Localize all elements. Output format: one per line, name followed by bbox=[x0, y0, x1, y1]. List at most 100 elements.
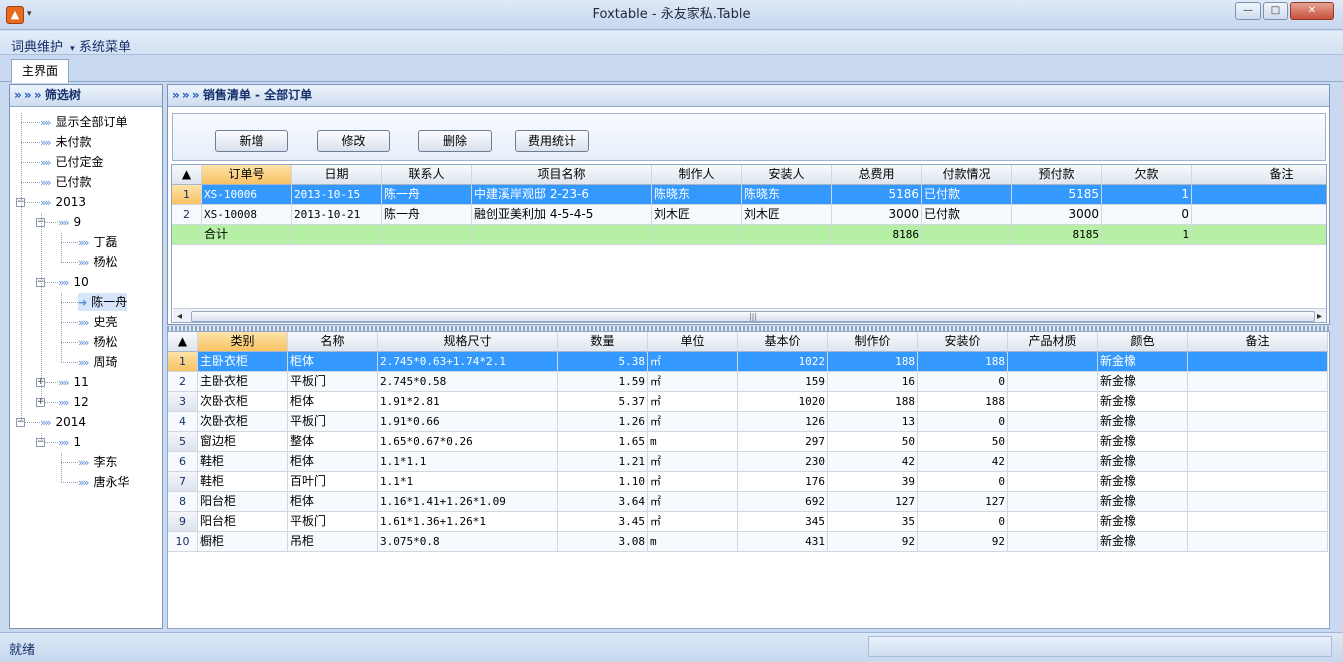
table-cell[interactable]: 3000 bbox=[832, 205, 922, 225]
table-cell[interactable]: 692 bbox=[738, 492, 828, 512]
table-cell[interactable]: 中建溪岸观邸 2-23-6 bbox=[472, 185, 652, 205]
table-cell[interactable]: 431 bbox=[738, 532, 828, 552]
table-cell[interactable]: 融创亚美利加 4-5-4-5 bbox=[472, 205, 652, 225]
column-header[interactable]: 项目名称 bbox=[472, 165, 652, 185]
table-cell[interactable]: 1.59 bbox=[558, 372, 648, 392]
table-cell[interactable]: 3.64 bbox=[558, 492, 648, 512]
row-number[interactable]: 7 bbox=[168, 472, 198, 492]
table-cell[interactable] bbox=[1008, 392, 1098, 412]
table-row[interactable]: 5 窗边柜 整体 1.65*0.67*0.26 1.65 m 297 50 50 新金橡 bbox=[168, 432, 1328, 452]
table-cell[interactable]: 新金橡 bbox=[1098, 392, 1188, 412]
column-header[interactable]: 单位 bbox=[648, 332, 738, 352]
tree-node[interactable]: »» 未付款 bbox=[40, 133, 91, 151]
table-cell[interactable]: 1022 bbox=[738, 352, 828, 372]
table-cell[interactable]: 已付款 bbox=[922, 205, 1012, 225]
sort-icon[interactable]: ▲ bbox=[172, 165, 202, 185]
table-cell[interactable]: 2013-10-15 bbox=[292, 185, 382, 205]
table-cell[interactable] bbox=[1188, 532, 1328, 552]
table-cell[interactable]: 3.075*0.8 bbox=[378, 532, 558, 552]
table-cell[interactable]: 橱柜 bbox=[198, 532, 288, 552]
table-cell[interactable]: 新金橡 bbox=[1098, 352, 1188, 372]
table-cell[interactable]: 主卧衣柜 bbox=[198, 372, 288, 392]
minimize-button[interactable]: — bbox=[1235, 2, 1261, 20]
table-cell[interactable]: 柜体 bbox=[288, 452, 378, 472]
table-cell[interactable]: ㎡ bbox=[648, 512, 738, 532]
tree-node[interactable]: »» 2013 bbox=[40, 193, 86, 211]
column-header[interactable]: 备注 bbox=[1192, 165, 1326, 185]
tree-node[interactable]: »» 已付定金 bbox=[40, 153, 103, 171]
table-cell[interactable]: 5185 bbox=[1012, 185, 1102, 205]
table-cell[interactable]: ㎡ bbox=[648, 372, 738, 392]
cost-stats-button[interactable]: 费用统计 bbox=[515, 130, 589, 152]
table-cell[interactable]: 1.16*1.41+1.26*1.09 bbox=[378, 492, 558, 512]
table-cell[interactable]: 1.10 bbox=[558, 472, 648, 492]
column-header[interactable]: 订单号 bbox=[202, 165, 292, 185]
table-cell[interactable]: ㎡ bbox=[648, 392, 738, 412]
table-cell[interactable]: ㎡ bbox=[648, 472, 738, 492]
column-header[interactable]: 基本价 bbox=[738, 332, 828, 352]
column-header[interactable]: 数量 bbox=[558, 332, 648, 352]
table-cell[interactable]: ㎡ bbox=[648, 492, 738, 512]
row-number[interactable]: 6 bbox=[168, 452, 198, 472]
table-cell[interactable]: 127 bbox=[918, 492, 1008, 512]
table-cell[interactable]: 297 bbox=[738, 432, 828, 452]
table-cell[interactable]: 柜体 bbox=[288, 492, 378, 512]
table-cell[interactable]: 新金橡 bbox=[1098, 432, 1188, 452]
menu-system[interactable]: 系统菜单 bbox=[79, 36, 131, 55]
edit-button[interactable]: 修改 bbox=[317, 130, 390, 152]
table-row[interactable]: 3 次卧衣柜 柜体 1.91*2.81 5.37 ㎡ 1020 188 188 新金橡 bbox=[168, 392, 1328, 412]
table-cell[interactable]: 230 bbox=[738, 452, 828, 472]
tree-node[interactable]: »» 周琦 bbox=[78, 353, 117, 371]
row-number[interactable]: 8 bbox=[168, 492, 198, 512]
add-button[interactable]: 新增 bbox=[215, 130, 288, 152]
table-cell[interactable]: 已付款 bbox=[922, 185, 1012, 205]
table-cell[interactable]: ㎡ bbox=[648, 352, 738, 372]
table-cell[interactable]: m bbox=[648, 432, 738, 452]
column-header[interactable]: 付款情况 bbox=[922, 165, 1012, 185]
table-cell[interactable] bbox=[1192, 205, 1326, 225]
table-cell[interactable]: 2013-10-21 bbox=[292, 205, 382, 225]
table-cell[interactable]: 1.65*0.67*0.26 bbox=[378, 432, 558, 452]
table-cell[interactable]: 陈一舟 bbox=[382, 205, 472, 225]
table-cell[interactable]: 188 bbox=[918, 392, 1008, 412]
table-cell[interactable]: 50 bbox=[828, 432, 918, 452]
table-cell[interactable]: 主卧衣柜 bbox=[198, 352, 288, 372]
row-number[interactable]: 3 bbox=[168, 392, 198, 412]
table-cell[interactable]: 188 bbox=[828, 392, 918, 412]
table-cell[interactable]: 百叶门 bbox=[288, 472, 378, 492]
table-cell[interactable] bbox=[1188, 472, 1328, 492]
table-cell[interactable]: 188 bbox=[918, 352, 1008, 372]
tree-node[interactable]: »» 史亮 bbox=[78, 313, 117, 331]
column-header[interactable]: 备注 bbox=[1188, 332, 1328, 352]
menu-dictionary[interactable]: 词典维护 ▾ bbox=[11, 36, 75, 55]
table-cell[interactable] bbox=[1188, 452, 1328, 472]
table-cell[interactable]: 39 bbox=[828, 472, 918, 492]
column-header[interactable]: 产品材质 bbox=[1008, 332, 1098, 352]
tree-node[interactable]: ➜ 陈一舟 bbox=[78, 293, 128, 311]
table-row[interactable]: 2 主卧衣柜 平板门 2.745*0.58 1.59 ㎡ 159 16 0 新金橡 bbox=[168, 372, 1328, 392]
table-cell[interactable]: 新金橡 bbox=[1098, 452, 1188, 472]
table-cell[interactable]: 1.91*0.66 bbox=[378, 412, 558, 432]
table-cell[interactable]: 5186 bbox=[832, 185, 922, 205]
table-cell[interactable]: 159 bbox=[738, 372, 828, 392]
table-cell[interactable] bbox=[1008, 492, 1098, 512]
tree-node[interactable]: »» 李东 bbox=[78, 453, 117, 471]
tree-node[interactable]: »» 11 bbox=[58, 373, 89, 391]
tab-main[interactable]: 主界面 bbox=[11, 59, 69, 83]
tree-node[interactable]: »» 杨松 bbox=[78, 333, 117, 351]
table-cell[interactable] bbox=[1008, 452, 1098, 472]
tree-node[interactable]: »» 10 bbox=[58, 273, 89, 291]
table-row[interactable]: 9 阳台柜 平板门 1.61*1.36+1.26*1 3.45 ㎡ 345 35 0 新金橡 bbox=[168, 512, 1328, 532]
table-cell[interactable]: ㎡ bbox=[648, 452, 738, 472]
table-cell[interactable]: 13 bbox=[828, 412, 918, 432]
table-cell[interactable]: 刘木匠 bbox=[652, 205, 742, 225]
table-cell[interactable] bbox=[1188, 372, 1328, 392]
table-cell[interactable]: 1.61*1.36+1.26*1 bbox=[378, 512, 558, 532]
table-cell[interactable]: 35 bbox=[828, 512, 918, 532]
table-cell[interactable]: 1020 bbox=[738, 392, 828, 412]
column-header[interactable]: 联系人 bbox=[382, 165, 472, 185]
table-cell[interactable]: 345 bbox=[738, 512, 828, 532]
tree-node[interactable]: »» 杨松 bbox=[78, 253, 117, 271]
table-cell[interactable]: 42 bbox=[828, 452, 918, 472]
scroll-left-icon[interactable]: ◂ bbox=[177, 311, 182, 322]
